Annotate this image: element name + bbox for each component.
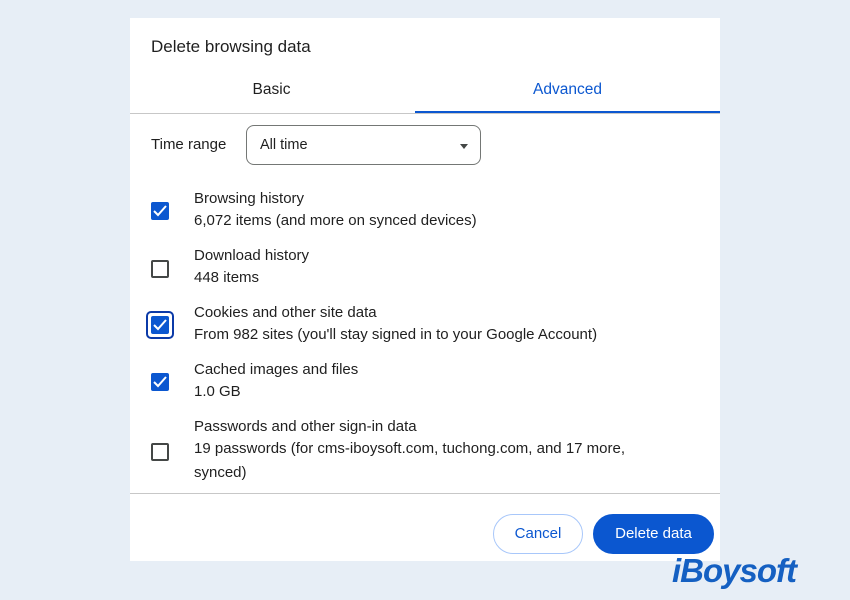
cancel-button[interactable]: Cancel bbox=[493, 514, 583, 554]
time-range-select[interactable]: All time bbox=[246, 125, 481, 165]
row-title: Download history bbox=[194, 247, 310, 264]
tab-advanced[interactable]: Advanced bbox=[415, 76, 720, 114]
row-subtitle: 1.0 GB bbox=[194, 383, 241, 400]
delete-browsing-data-dialog: Delete browsing data Basic Advanced Time… bbox=[130, 18, 720, 561]
row-subtitle: 448 items bbox=[194, 269, 260, 286]
cookies-checkbox[interactable] bbox=[151, 316, 169, 334]
cached-images-checkbox[interactable] bbox=[151, 373, 169, 391]
row-subtitle: From 982 sites (you'll stay signed in to… bbox=[194, 326, 598, 343]
options-scroll-area[interactable]: Time range All time Browsing history 6,0… bbox=[130, 114, 720, 494]
time-range-label: Time range bbox=[151, 136, 227, 153]
passwords-checkbox[interactable] bbox=[151, 443, 169, 461]
row-subtitle: 19 passwords (for cms-iboysoft.com, tuch… bbox=[194, 440, 626, 481]
row-title: Browsing history bbox=[194, 190, 305, 207]
row-title: Passwords and other sign-in data bbox=[194, 418, 417, 435]
dialog-title: Delete browsing data bbox=[151, 37, 311, 56]
download-history-checkbox[interactable] bbox=[151, 260, 169, 278]
tab-basic[interactable]: Basic bbox=[130, 76, 413, 114]
time-range-value: All time bbox=[260, 137, 308, 153]
browsing-history-checkbox[interactable] bbox=[151, 202, 169, 220]
row-subtitle: 6,072 items (and more on synced devices) bbox=[194, 212, 477, 229]
divider bbox=[130, 493, 720, 494]
row-title: Cached images and files bbox=[194, 361, 359, 378]
iboysoft-watermark-logo: iBoysoft bbox=[672, 552, 797, 589]
row-title: Cookies and other site data bbox=[194, 304, 377, 321]
delete-data-button[interactable]: Delete data bbox=[593, 514, 714, 554]
dropdown-arrow-icon bbox=[460, 144, 468, 149]
